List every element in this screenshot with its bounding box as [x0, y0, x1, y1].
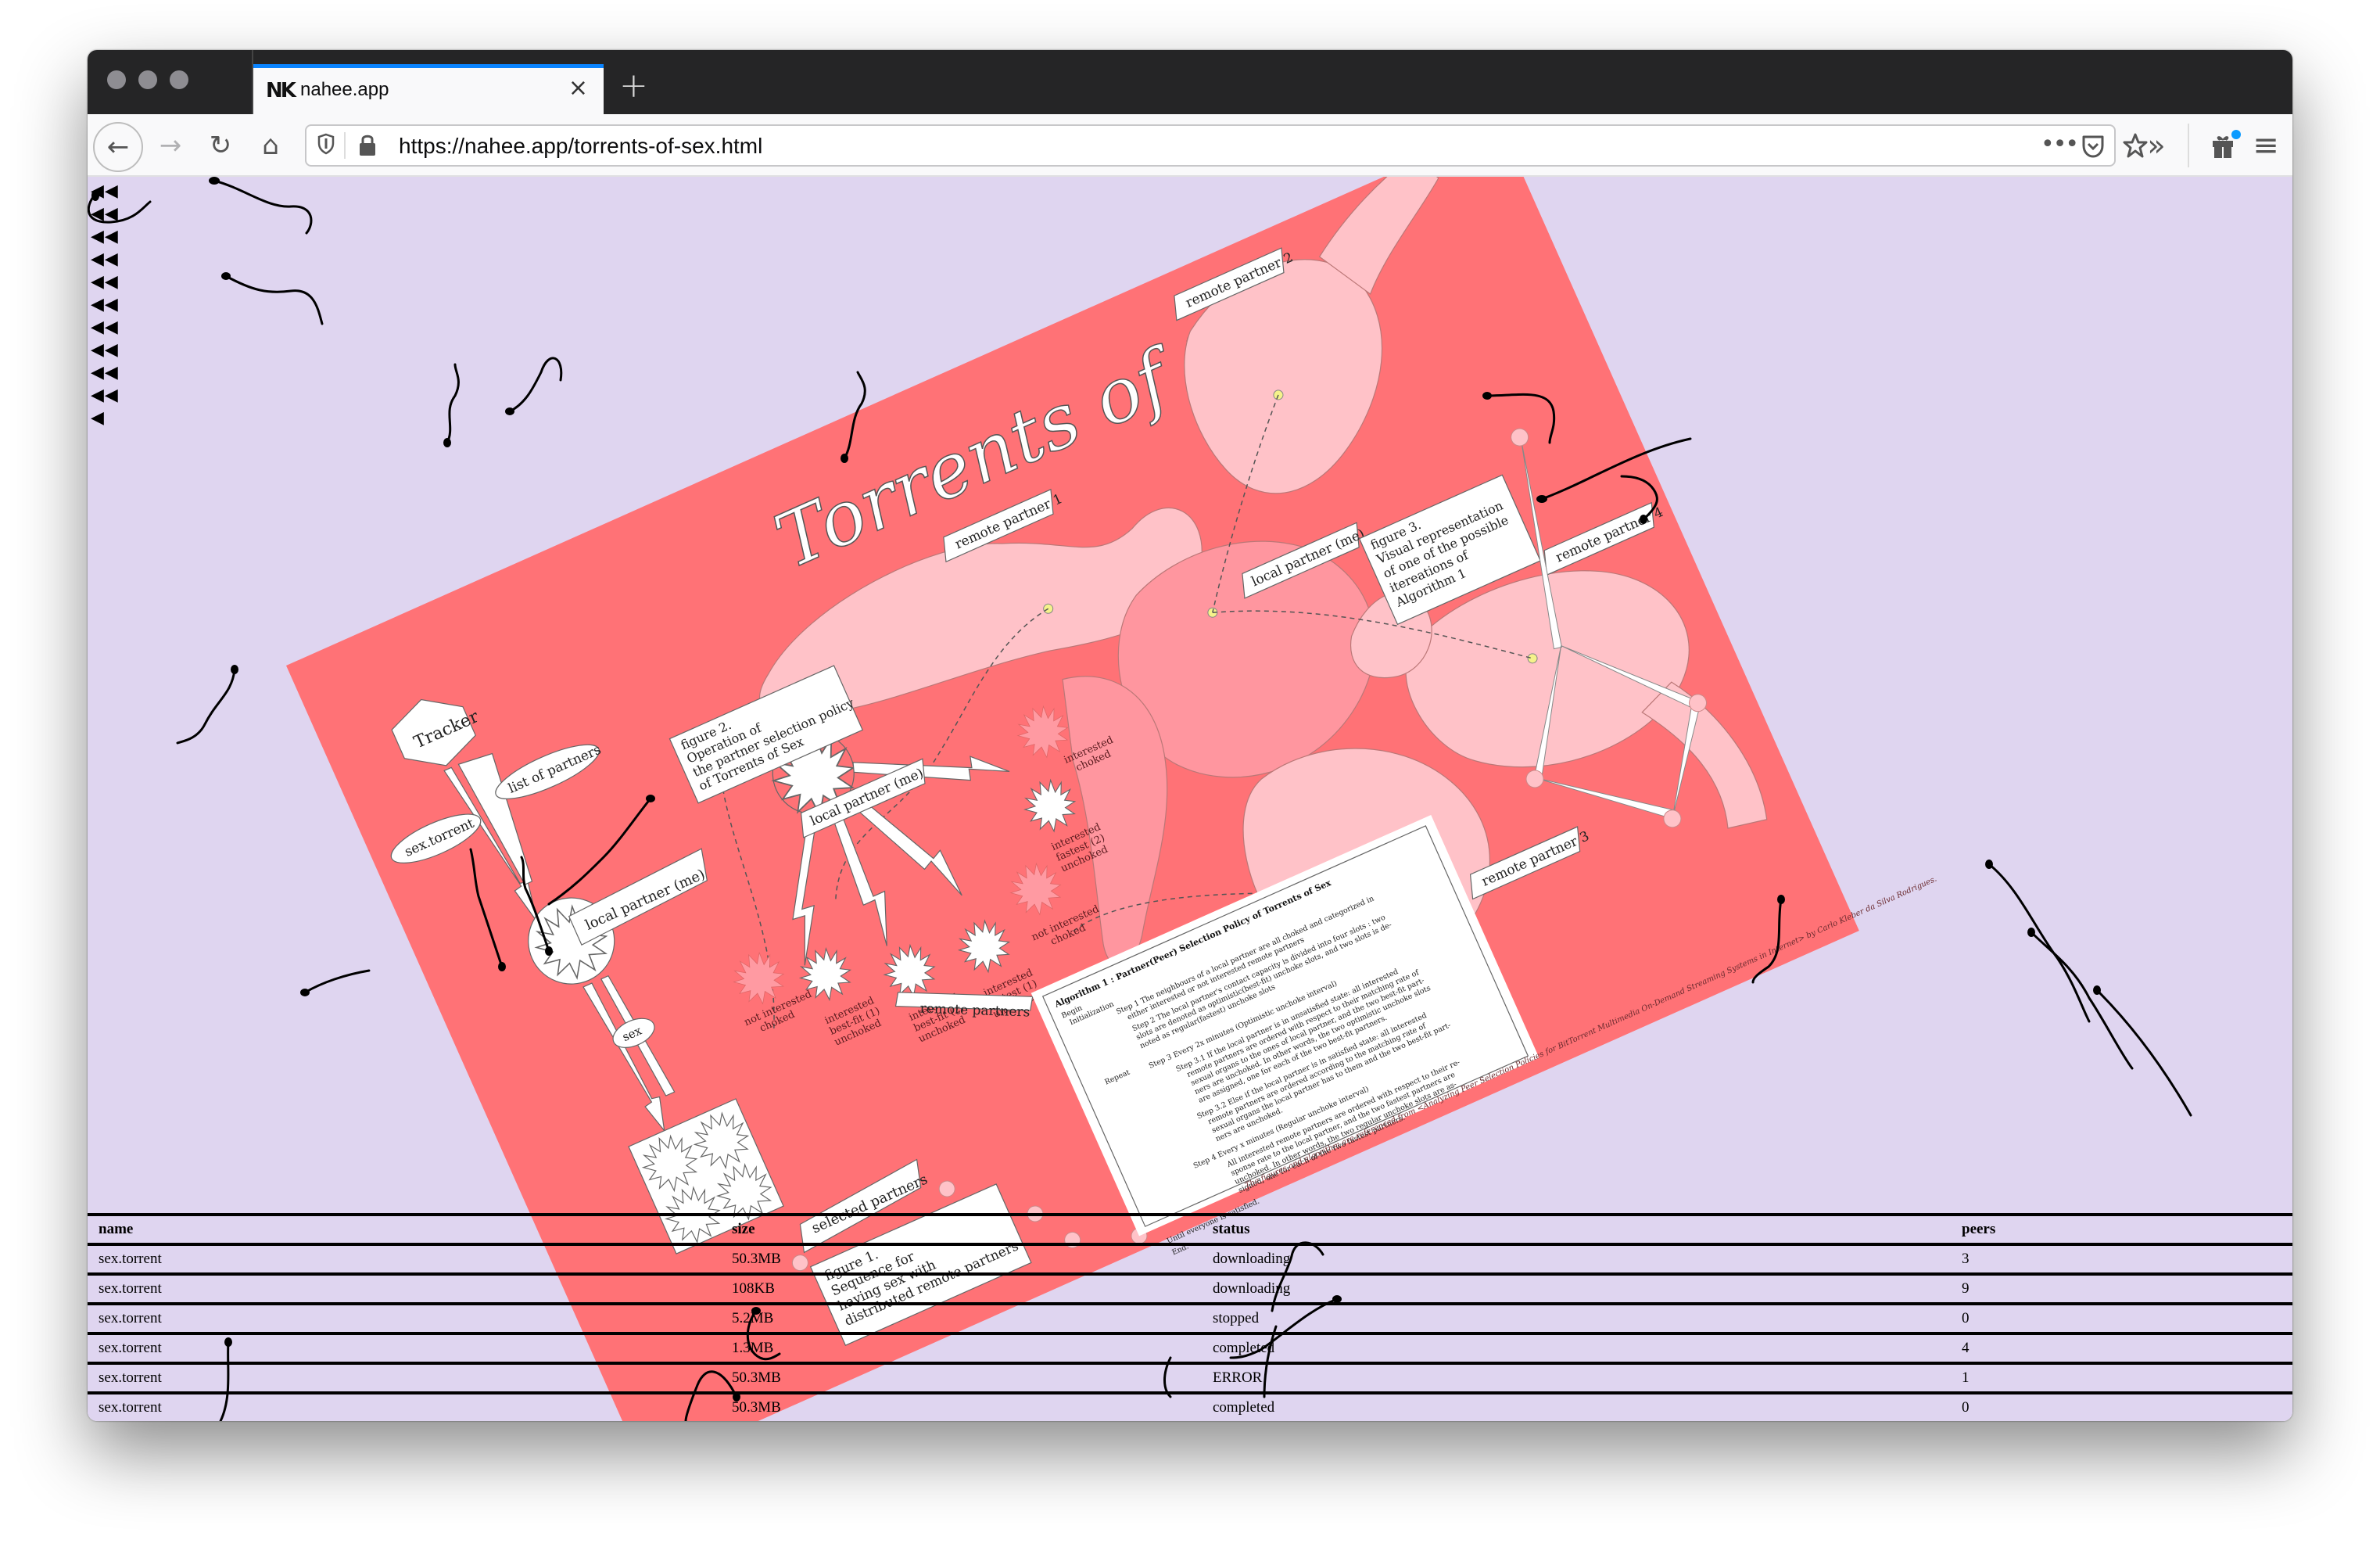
home-icon: ⌂	[262, 130, 279, 161]
torrent-status: completed	[1202, 1391, 1951, 1421]
column-header-name[interactable]: name	[88, 1213, 721, 1244]
torrent-status: ERROR	[1202, 1362, 1951, 1393]
torrent-status: completed	[1202, 1332, 1951, 1363]
torrent-size: 50.3MB	[721, 1362, 1202, 1393]
window-minimize-button[interactable]	[138, 70, 157, 89]
url-separator	[344, 132, 346, 159]
nav-toolbar: ← → ↻ ⌂ https://nahee.app/torrents-of-se…	[88, 114, 2292, 177]
page-content: Torrents of Sex not interestedchoked int…	[88, 177, 2292, 1421]
forward-button[interactable]: →	[149, 124, 192, 167]
reload-button[interactable]: ↻	[199, 124, 242, 167]
hamburger-menu-icon: ≡	[2253, 127, 2279, 163]
menu-button[interactable]: ≡	[2244, 124, 2288, 167]
table-row[interactable]: sex.torrent 50.3MB downloading 3	[88, 1243, 2292, 1274]
collapse-arrow-icon[interactable]: ◀	[91, 407, 122, 429]
table-row[interactable]: sex.torrent 1.3MB completed 4	[88, 1332, 2292, 1363]
torrent-size: 5.2MB	[721, 1302, 1202, 1333]
torrent-name: sex.torrent	[88, 1302, 721, 1333]
column-header-peers[interactable]: peers	[1951, 1213, 2292, 1244]
home-button[interactable]: ⌂	[249, 124, 292, 167]
torrent-status: stopped	[1202, 1302, 1951, 1333]
tracking-protection-shield-icon[interactable]	[317, 133, 335, 155]
window-close-button[interactable]	[107, 70, 126, 89]
chevrons-right-icon: »	[2147, 128, 2166, 163]
tab-title: nahee.app	[300, 79, 389, 100]
toolbar-separator	[2188, 124, 2189, 167]
torrent-status: downloading	[1202, 1272, 1951, 1304]
site-favicon-icon: NK	[266, 79, 296, 102]
url-bar[interactable]: https://nahee.app/torrents-of-sex.html •…	[305, 124, 2148, 167]
arrow-left-icon: ←	[106, 131, 130, 163]
torrent-size: 50.3MB	[721, 1243, 1202, 1274]
browser-window: NK nahee.app × + ← → ↻ ⌂ https://nahee.a…	[88, 50, 2292, 1421]
table-row[interactable]: sex.torrent 50.3MB ERROR 1	[88, 1362, 2292, 1393]
torrent-status: downloading	[1202, 1243, 1951, 1274]
collapse-arrow-icon[interactable]: ◀◀	[91, 339, 122, 361]
url-input[interactable]: https://nahee.app/torrents-of-sex.html	[399, 134, 762, 159]
tab-close-icon[interactable]: ×	[568, 74, 588, 102]
table-row[interactable]: sex.torrent 5.2MB stopped 0	[88, 1302, 2292, 1333]
window-zoom-button[interactable]	[170, 70, 188, 89]
torrent-peers: 0	[1951, 1302, 2292, 1333]
collapse-arrow-icon[interactable]: ◀◀	[91, 180, 122, 203]
notification-dot	[2231, 130, 2241, 139]
torrents-table: name size status peers sex.torrent 50.3M…	[88, 1213, 2292, 1421]
table-header-row: name size status peers	[88, 1213, 2292, 1244]
torrent-size: 108KB	[721, 1272, 1202, 1304]
collapse-arrow-icon[interactable]: ◀◀	[91, 225, 122, 248]
tab-nahee[interactable]: NK nahee.app ×	[253, 64, 604, 114]
collapse-arrow-icon[interactable]: ◀◀	[91, 293, 122, 316]
whats-new-gift-icon[interactable]	[2208, 128, 2242, 163]
page-actions-icon[interactable]: •••	[2041, 131, 2079, 158]
torrent-size: 50.3MB	[721, 1391, 1202, 1421]
torrent-name: sex.torrent	[88, 1243, 721, 1274]
arrow-right-icon: →	[159, 130, 182, 161]
tab-bar: NK nahee.app × +	[88, 50, 2292, 114]
collapse-arrow-icon[interactable]: ◀◀	[91, 203, 122, 225]
torrent-peers: 1	[1951, 1362, 2292, 1393]
reload-icon: ↻	[209, 130, 232, 161]
collapse-arrow-icon[interactable]: ◀◀	[91, 361, 122, 384]
arrow-column: ◀◀ ◀◀ ◀◀ ◀◀ ◀◀ ◀◀ ◀◀ ◀◀ ◀◀ ◀◀ ◀	[91, 180, 122, 429]
pocket-icon[interactable]	[2081, 134, 2105, 159]
collapse-arrow-icon[interactable]: ◀◀	[91, 384, 122, 407]
table-row[interactable]: sex.torrent 108KB downloading 9	[88, 1272, 2292, 1304]
new-tab-button[interactable]: +	[619, 66, 648, 106]
column-header-size[interactable]: size	[721, 1213, 1202, 1244]
collapse-arrow-icon[interactable]: ◀◀	[91, 248, 122, 271]
torrent-name: sex.torrent	[88, 1332, 721, 1363]
torrent-peers: 0	[1951, 1391, 2292, 1421]
torrent-size: 1.3MB	[721, 1332, 1202, 1363]
collapse-arrow-icon[interactable]: ◀◀	[91, 316, 122, 339]
overflow-button[interactable]: »	[2134, 124, 2178, 167]
collapse-arrow-icon[interactable]: ◀◀	[91, 271, 122, 293]
torrent-peers: 9	[1951, 1272, 2292, 1304]
column-header-status[interactable]: status	[1202, 1213, 1951, 1244]
back-button[interactable]: ←	[93, 122, 143, 172]
table-row[interactable]: sex.torrent 50.3MB completed 0	[88, 1391, 2292, 1421]
torrent-name: sex.torrent	[88, 1391, 721, 1421]
torrent-peers: 4	[1951, 1332, 2292, 1363]
lock-icon[interactable]	[358, 133, 377, 156]
torrent-name: sex.torrent	[88, 1272, 721, 1304]
torrent-peers: 3	[1951, 1243, 2292, 1274]
torrent-name: sex.torrent	[88, 1362, 721, 1393]
